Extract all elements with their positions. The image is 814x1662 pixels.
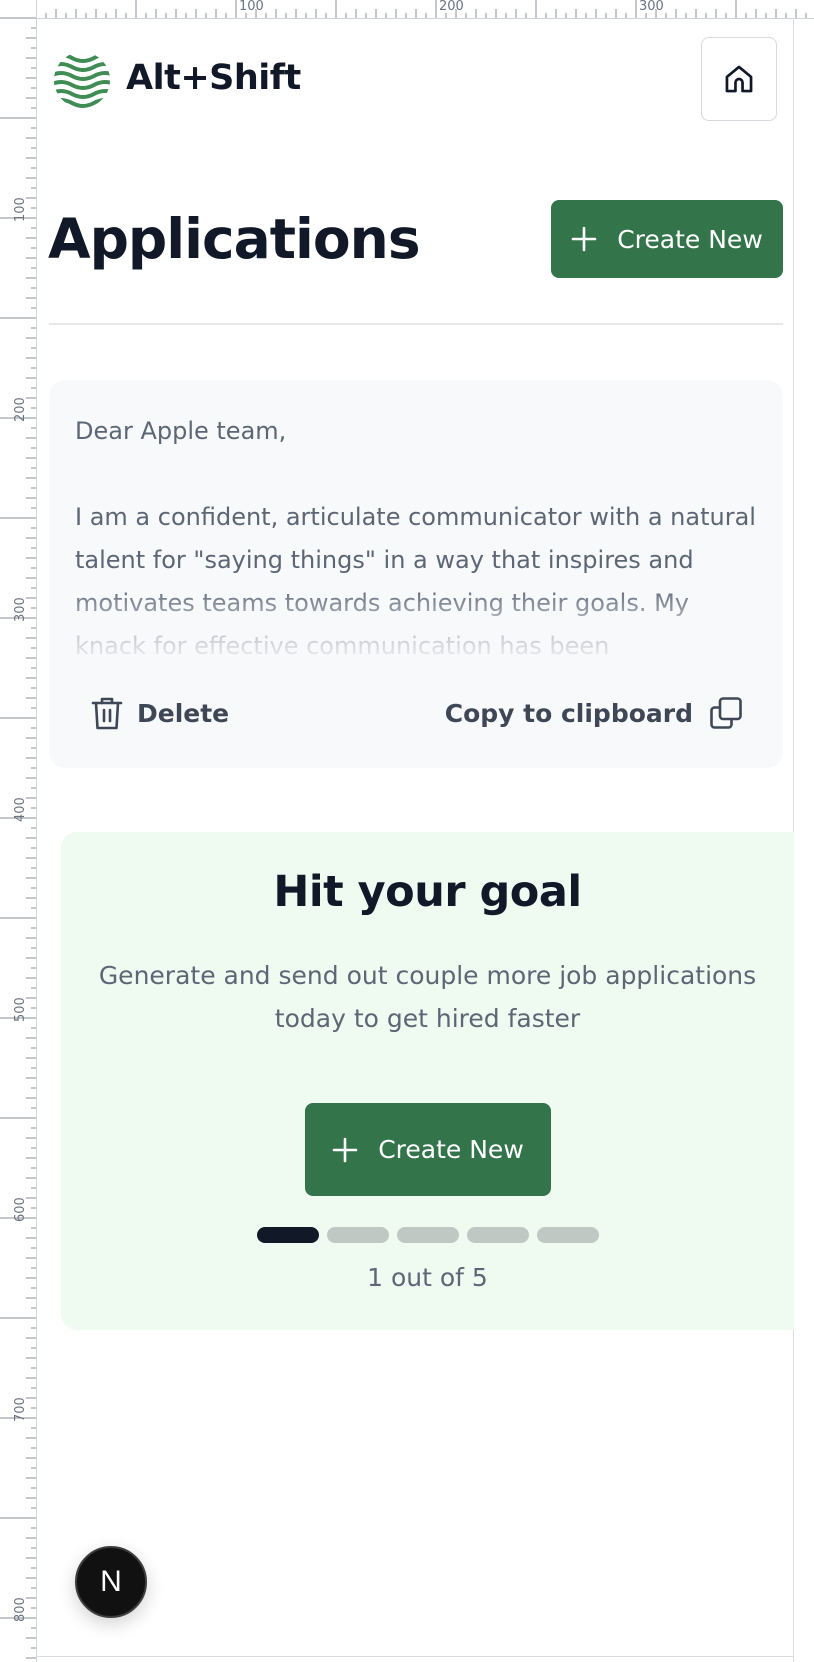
progress-segment <box>257 1227 319 1243</box>
goal-create-new-label: Create New <box>378 1135 524 1164</box>
ruler-label: 800 <box>13 1597 28 1622</box>
ruler-label: 600 <box>13 1197 28 1222</box>
progress-segment <box>397 1227 459 1243</box>
goal-create-new-button[interactable]: Create New <box>305 1103 551 1196</box>
delete-label: Delete <box>137 698 230 728</box>
goal-description: Generate and send out couple more job ap… <box>98 961 757 1033</box>
horizontal-ruler-ticks: 100 200 300 <box>35 0 807 18</box>
plus-icon <box>332 1137 358 1162</box>
copy-icon <box>710 697 742 729</box>
nextjs-dev-badge[interactable]: N <box>75 1546 147 1618</box>
home-button[interactable] <box>701 37 777 121</box>
goal-progress-text: 1 out of 5 <box>367 1263 488 1292</box>
ruler-label: 700 <box>13 1397 28 1422</box>
page-title: Applications <box>48 207 421 271</box>
copy-to-clipboard-button[interactable]: Copy to clipboard <box>445 692 743 734</box>
ruler-label: 300 <box>639 0 664 14</box>
create-new-button[interactable]: Create New <box>551 200 783 278</box>
goal-title: Hit your goal <box>273 867 582 917</box>
nextjs-logo-icon: N <box>100 1565 122 1598</box>
application-letter-preview: Dear Apple team, I am a confident, artic… <box>75 417 756 660</box>
horizontal-ruler: 100 200 300 <box>0 0 814 19</box>
application-card[interactable]: Dear Apple team, I am a confident, artic… <box>49 380 783 768</box>
goal-progress-bar <box>257 1227 599 1243</box>
ruler-label: 500 <box>13 997 28 1022</box>
ruler-label: 100 <box>13 197 28 222</box>
vertical-ruler-ticks: 100 200 300 400 500 600 700 800 <box>0 17 36 1659</box>
copy-label: Copy to clipboard <box>444 698 693 728</box>
vertical-ruler: 100 200 300 400 500 600 700 800 <box>0 0 37 1662</box>
trash-icon <box>91 697 123 730</box>
ruler-label: 100 <box>239 0 264 14</box>
progress-segment <box>537 1227 599 1243</box>
page-bottom-edge <box>36 1656 794 1657</box>
ruler-label: 400 <box>13 797 28 822</box>
brand-name: Alt+Shift <box>126 58 301 98</box>
home-icon <box>725 65 753 93</box>
ruler-label: 200 <box>439 0 464 14</box>
ruler-label: 300 <box>13 597 28 622</box>
progress-segment <box>327 1227 389 1243</box>
divider <box>49 323 783 325</box>
plus-icon <box>571 226 597 252</box>
delete-button[interactable]: Delete <box>91 692 229 734</box>
ruler-label: 200 <box>13 397 28 422</box>
create-new-label: Create New <box>617 224 763 254</box>
wave-globe-logo-icon[interactable] <box>54 52 110 108</box>
goal-card: Hit your goal Generate and send out coup… <box>61 832 794 1330</box>
progress-segment <box>467 1227 529 1243</box>
